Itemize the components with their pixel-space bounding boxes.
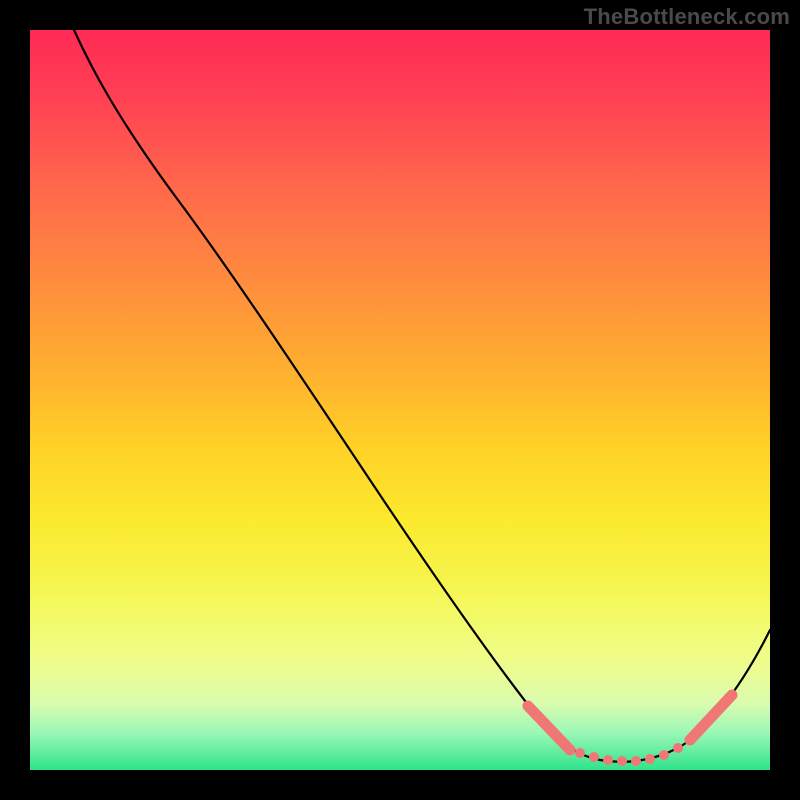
bottleneck-curve bbox=[30, 30, 770, 770]
highlight-segment-left bbox=[528, 706, 570, 750]
chart-frame: TheBottleneck.com bbox=[0, 0, 800, 800]
plot-area bbox=[30, 30, 770, 770]
watermark-text: TheBottleneck.com bbox=[584, 4, 790, 30]
highlight-segment-right bbox=[690, 695, 732, 740]
curve-path bbox=[74, 30, 770, 762]
